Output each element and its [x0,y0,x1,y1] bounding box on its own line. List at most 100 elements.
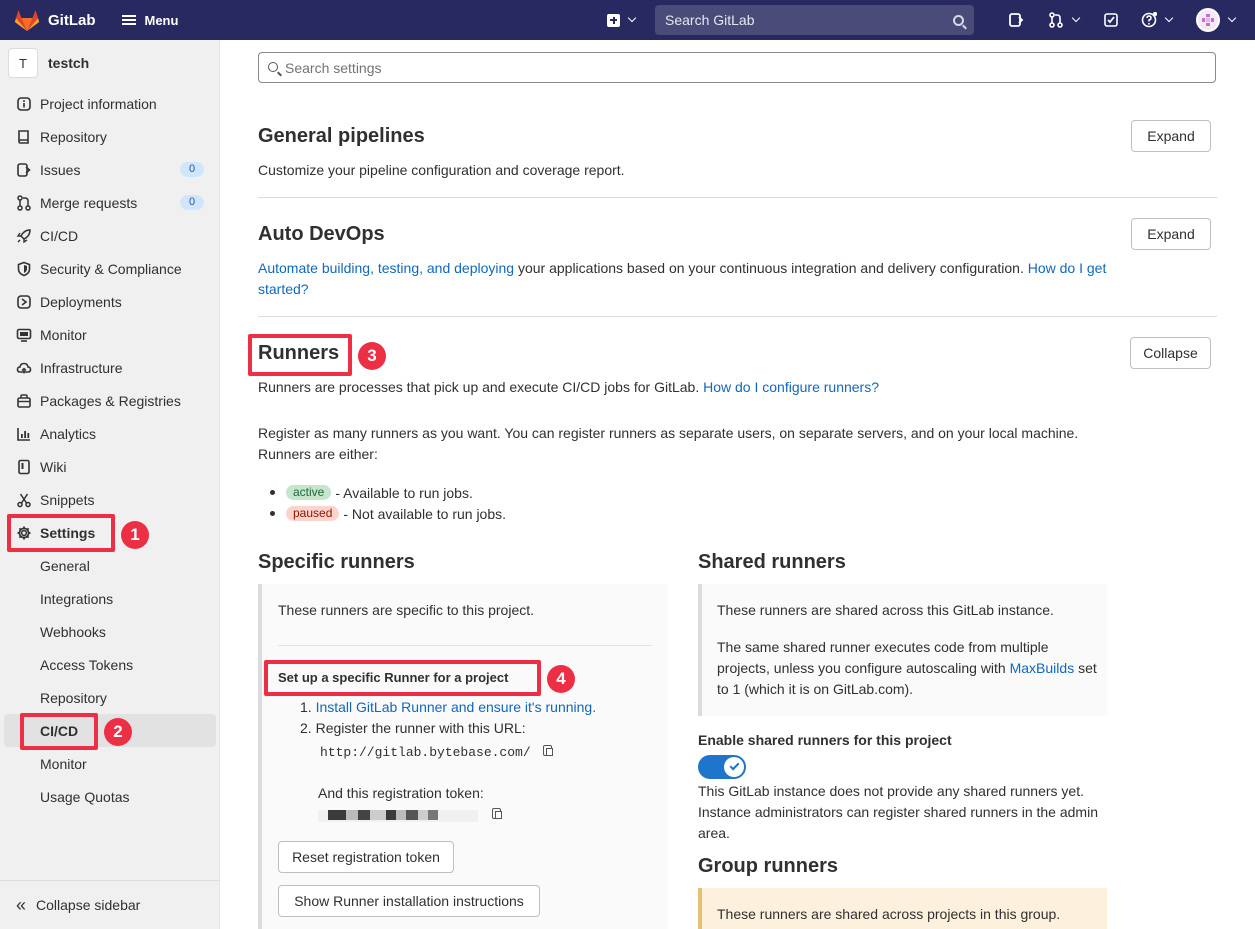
paused-description: - Not available to run jobs. [343,505,507,522]
sidebar-item-label: Monitor [40,326,87,343]
sidebar-item-monitor[interactable]: Monitor [0,318,220,351]
top-navbar: GitLab Menu Search GitLab [0,0,1255,40]
sidebar-item-label: Issues [40,161,81,178]
search-settings-input[interactable]: Search settings [258,52,1216,83]
hamburger-icon [121,13,136,27]
shared-runners-description: The same shared runner executes code fro… [717,637,1097,700]
install-runner-link[interactable]: Install GitLab Runner and ensure it's ru… [316,699,597,715]
chart-icon [17,427,30,441]
reset-registration-token-button[interactable]: Reset registration token [278,841,454,873]
general-pipelines-title: General pipelines [258,125,425,147]
monitor-icon [16,328,32,342]
settings-sub-access-tokens[interactable]: Access Tokens [0,648,220,681]
book-icon [18,129,29,144]
new-item-dropdown[interactable] [607,13,637,27]
auto-devops-link[interactable]: Automate building, testing, and deployin… [258,260,514,276]
general-pipelines-expand-button[interactable]: Expand [1131,120,1211,152]
sidebar-item-packages-registries[interactable]: Packages & Registries [0,384,220,417]
show-runner-instructions-button[interactable]: Show Runner installation instructions [278,885,540,917]
sidebar-item-label: Snippets [40,491,95,508]
merge-request-icon [17,194,31,211]
auto-devops-expand-button[interactable]: Expand [1131,218,1211,250]
project-avatar: T [8,48,38,78]
settings-sub-general[interactable]: General [0,549,220,582]
sidebar-item-project-information[interactable]: Project information [0,87,220,120]
settings-sub-usage-quotas[interactable]: Usage Quotas [0,780,220,813]
issues-button[interactable] [1008,12,1024,28]
help-dropdown[interactable] [1141,12,1174,28]
sidebar-item-label: Repository [40,128,107,145]
search-icon [268,62,278,72]
specific-runners-intro: These runners are specific to this proje… [278,602,535,618]
menu-button[interactable]: Menu [121,13,178,28]
todo-check-icon [1104,13,1118,27]
copy-token-icon[interactable] [492,808,502,819]
sidebar-item-label: Infrastructure [40,359,123,376]
annotation-badge-1: 1 [121,521,149,549]
runners-desc-text: Runners are processes that pick up and e… [258,379,704,395]
configure-runners-link[interactable]: How do I configure runners? [703,379,879,395]
sidebar-item-label: Analytics [40,425,97,442]
sidebar-item-label: Deployments [40,293,122,310]
runners-collapse-button[interactable]: Collapse [1130,337,1211,369]
collapse-sidebar-button[interactable]: « Collapse sidebar [0,880,219,929]
gitlab-tanuki-icon [14,10,40,31]
cloud-icon [16,362,32,373]
sidebar-item-snippets[interactable]: Snippets [0,483,220,516]
enable-shared-runners-label: Enable shared runners for this project [698,732,952,748]
runner-url: http://gitlab.bytebase.com/ [320,745,531,760]
group-runners-intro: These runners are shared across projects… [717,906,1061,922]
rocket-icon [16,228,31,243]
sidebar-item-analytics[interactable]: Analytics [0,417,220,450]
shield-icon [17,261,31,276]
issues-icon [17,162,31,177]
project-header[interactable]: T testch [8,48,89,78]
chevron-down-icon [1071,13,1081,23]
todos-button[interactable] [1103,12,1119,28]
merge-requests-dropdown[interactable] [1048,12,1081,28]
sidebar-item-merge-requests[interactable]: Merge requests 0 [0,186,220,219]
search-icon [953,14,964,26]
global-search-input[interactable]: Search GitLab [655,5,974,35]
shared-runners-intro: These runners are shared across this Git… [717,602,1054,618]
user-menu-dropdown[interactable] [1196,8,1237,32]
shared-desc-text: The same shared runner executes code fro… [717,639,1049,676]
shared-runners-note: This GitLab instance does not provide an… [698,783,1098,841]
help-question-icon [1141,12,1157,28]
settings-sub-monitor[interactable]: Monitor [0,747,220,780]
highlight-runners [248,334,352,376]
snippet-icon [17,493,31,507]
maxbuilds-link[interactable]: MaxBuilds [1010,660,1075,676]
main-content: Search settings General pipelines Custom… [220,40,1255,929]
sidebar-item-repository[interactable]: Repository [0,120,220,153]
copy-url-icon[interactable] [543,745,553,756]
specific-runners-title: Specific runners [258,551,415,573]
chevron-down-icon [1227,13,1237,23]
annotation-badge-3: 3 [358,342,386,370]
settings-sub-webhooks[interactable]: Webhooks [0,615,220,648]
highlight-settings [7,514,115,552]
settings-sub-integrations[interactable]: Integrations [0,582,220,615]
settings-sub-repository[interactable]: Repository [0,681,220,714]
setup-step-2: 2. Register the runner with this URL: [300,720,526,736]
sidebar-item-infrastructure[interactable]: Infrastructure [0,351,220,384]
sidebar-nav: Project information Repository Issues 0 … [0,87,220,813]
info-icon [17,96,31,111]
package-icon [17,393,31,408]
sidebar-item-security-compliance[interactable]: Security & Compliance [0,252,220,285]
sidebar-item-ci-cd[interactable]: CI/CD [0,219,220,252]
enable-shared-runners-toggle[interactable] [698,755,746,779]
highlight-ci-cd [20,713,98,750]
sidebar-item-deployments[interactable]: Deployments [0,285,220,318]
list-item: paused - Not available to run jobs. [270,503,507,524]
section-divider [258,316,1217,317]
sidebar-item-issues[interactable]: Issues 0 [0,153,220,186]
annotation-badge-4: 4 [547,665,575,693]
sidebar-item-wiki[interactable]: Wiki [0,450,220,483]
group-runners-panel: These runners are shared across projects… [698,888,1107,929]
gitlab-logo[interactable]: GitLab [14,7,96,33]
sidebar-item-label: Wiki [40,458,67,475]
wiki-icon [18,459,30,474]
list-item: active - Available to run jobs. [270,482,506,503]
register-url-text: Register the runner with this URL: [315,720,526,736]
